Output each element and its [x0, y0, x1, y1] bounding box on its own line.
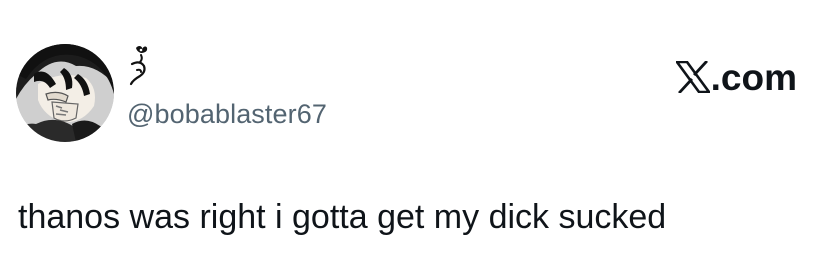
brand-domain-suffix: .com [710, 57, 797, 98]
emoji-display-name-icon [129, 46, 148, 86]
avatar-icon [16, 44, 114, 142]
brand-logo: .com [675, 57, 797, 98]
tweet-card: @bobablaster67 .com thanos was right i g… [0, 0, 827, 276]
avatar[interactable] [16, 44, 114, 142]
user-handle[interactable]: @bobablaster67 [127, 99, 327, 129]
x-logo-icon [675, 61, 710, 93]
display-name-emoji[interactable] [128, 42, 168, 88]
tweet-text: thanos was right i gotta get my dick suc… [18, 198, 667, 236]
